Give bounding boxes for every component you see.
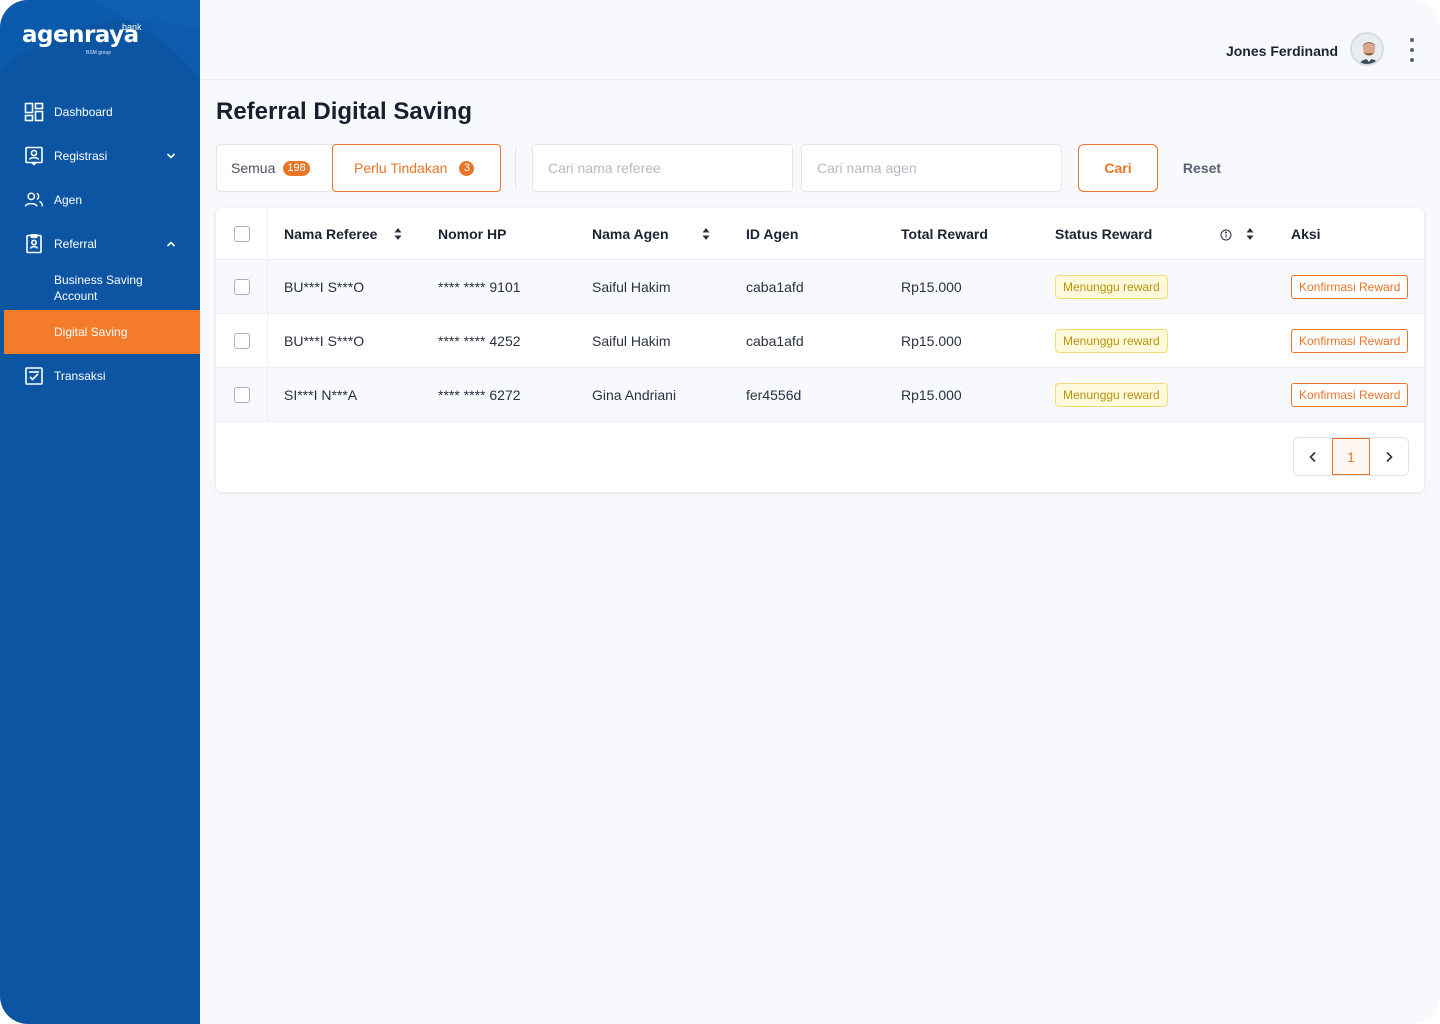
users-icon bbox=[24, 190, 44, 210]
cell-phone: **** **** 9101 bbox=[438, 278, 521, 295]
select-all-checkbox[interactable] bbox=[233, 225, 250, 242]
sort-icon[interactable] bbox=[1246, 227, 1254, 246]
tab-label: Semua bbox=[231, 160, 276, 176]
kebab-menu-icon[interactable] bbox=[1406, 38, 1418, 62]
column-aksi: Aksi bbox=[1291, 225, 1321, 242]
tab-perlu-tindakan[interactable]: Perlu Tindakan 3 bbox=[332, 144, 501, 192]
sidebar-nav: Dashboard Registrasi Agen Referral Busin… bbox=[0, 90, 200, 398]
chevron-up-icon[interactable] bbox=[166, 238, 176, 252]
top-bar: Jones Ferdinand bbox=[200, 0, 1440, 80]
sidebar-item-transaksi[interactable]: Transaksi bbox=[0, 354, 200, 398]
row-select-cell bbox=[216, 314, 268, 367]
brand-sub: BSM group bbox=[86, 50, 112, 56]
cell-agent: Saiful Hakim bbox=[592, 278, 671, 295]
transaction-icon bbox=[24, 366, 44, 386]
status-badge: Menunggu reward bbox=[1055, 328, 1168, 353]
search-referee-input[interactable] bbox=[532, 144, 793, 192]
cell-referee: BU***I S***O bbox=[284, 332, 365, 349]
referral-icon bbox=[24, 234, 44, 254]
row-select-cell bbox=[216, 260, 268, 313]
page-title: Referral Digital Saving bbox=[216, 98, 473, 125]
column-nama-referee[interactable]: Nama Referee bbox=[284, 208, 377, 259]
column-id-agen: ID Agen bbox=[746, 225, 799, 242]
referral-table: Nama Referee Nomor HP Nama Agen ID Agen … bbox=[216, 208, 1424, 492]
cell-agent-id: caba1afd bbox=[746, 278, 804, 295]
app-window: agenraya bank BSM group Dashboard Regist… bbox=[0, 0, 1440, 1024]
tab-label: Perlu Tindakan bbox=[354, 160, 448, 176]
status-badge: Menunggu reward bbox=[1055, 382, 1168, 407]
sidebar-subitem-label-line2: Account bbox=[54, 289, 98, 303]
brand-logo[interactable]: agenraya bank BSM group bbox=[22, 22, 142, 56]
cell-agent: Saiful Hakim bbox=[592, 332, 671, 349]
pagination: 1 bbox=[1293, 437, 1409, 476]
sidebar-item-label: Transaksi bbox=[54, 369, 106, 383]
sidebar-item-referral[interactable]: Referral bbox=[0, 222, 200, 266]
reset-button[interactable]: Reset bbox=[1172, 144, 1232, 192]
sidebar-subitem-business-saving-account[interactable]: Business Saving Account bbox=[0, 266, 200, 310]
sidebar-subitem-digital-saving[interactable]: Digital Saving bbox=[4, 310, 200, 354]
table-row: SI***I N***A **** **** 6272 Gina Andrian… bbox=[216, 368, 1424, 422]
sort-icon[interactable] bbox=[394, 227, 402, 246]
table-row: BU***I S***O **** **** 9101 Saiful Hakim… bbox=[216, 260, 1424, 314]
sidebar-item-dashboard[interactable]: Dashboard bbox=[0, 90, 200, 134]
sidebar-item-label: Dashboard bbox=[54, 105, 113, 119]
column-nama-agen[interactable]: Nama Agen bbox=[592, 208, 669, 259]
row-checkbox[interactable] bbox=[233, 332, 250, 349]
status-badge: Menunggu reward bbox=[1055, 274, 1168, 299]
registration-icon bbox=[24, 146, 44, 166]
count-badge: 198 bbox=[283, 160, 310, 176]
row-checkbox[interactable] bbox=[233, 278, 250, 295]
page-number[interactable]: 1 bbox=[1332, 438, 1370, 475]
avatar[interactable] bbox=[1350, 32, 1384, 66]
user-name[interactable]: Jones Ferdinand bbox=[1226, 43, 1338, 59]
cell-reward: Rp15.000 bbox=[901, 278, 962, 295]
cell-reward: Rp15.000 bbox=[901, 332, 962, 349]
column-total-reward: Total Reward bbox=[901, 225, 988, 242]
search-button[interactable]: Cari bbox=[1078, 144, 1158, 192]
table-row: BU***I S***O **** **** 4252 Saiful Hakim… bbox=[216, 314, 1424, 368]
column-nomor-hp: Nomor HP bbox=[438, 225, 507, 242]
select-all-cell bbox=[216, 208, 268, 259]
cell-agent-id: fer4556d bbox=[746, 386, 802, 403]
cell-reward: Rp15.000 bbox=[901, 386, 962, 403]
cell-phone: **** **** 6272 bbox=[438, 386, 521, 403]
row-checkbox[interactable] bbox=[233, 386, 250, 403]
sidebar-item-label: Registrasi bbox=[54, 149, 108, 163]
sidebar-subitem-label: Digital Saving bbox=[54, 325, 128, 339]
cell-agent: Gina Andriani bbox=[592, 386, 677, 403]
cell-referee: BU***I S***O bbox=[284, 278, 365, 295]
row-select-cell bbox=[216, 368, 268, 421]
cell-phone: **** **** 4252 bbox=[438, 332, 521, 349]
column-status-reward[interactable]: Status Reward bbox=[1055, 208, 1152, 259]
search-agent-input[interactable] bbox=[801, 144, 1062, 192]
sidebar-item-registrasi[interactable]: Registrasi bbox=[0, 134, 200, 178]
tab-semua[interactable]: Semua 198 bbox=[216, 144, 332, 192]
confirm-reward-button[interactable]: Konfirmasi Reward bbox=[1291, 274, 1409, 299]
divider bbox=[515, 146, 516, 190]
chevron-down-icon[interactable] bbox=[166, 150, 176, 164]
info-icon[interactable] bbox=[1220, 228, 1232, 246]
sidebar-subitem-label: Business Saving Account bbox=[54, 272, 143, 304]
chevron-left-icon[interactable] bbox=[1294, 438, 1332, 475]
sidebar-subitem-label-line1: Business Saving bbox=[54, 273, 143, 287]
filter-tabs: Semua 198 Perlu Tindakan 3 bbox=[216, 144, 501, 192]
brand-sup: bank bbox=[122, 22, 142, 32]
sort-icon[interactable] bbox=[702, 227, 710, 246]
confirm-reward-button[interactable]: Konfirmasi Reward bbox=[1291, 328, 1409, 353]
chevron-right-icon[interactable] bbox=[1370, 438, 1408, 475]
count-badge: 3 bbox=[459, 160, 475, 176]
cell-referee: SI***I N***A bbox=[284, 386, 358, 403]
table-header: Nama Referee Nomor HP Nama Agen ID Agen … bbox=[216, 208, 1424, 260]
sidebar-item-label: Referral bbox=[54, 237, 97, 251]
sidebar-item-agen[interactable]: Agen bbox=[0, 178, 200, 222]
sidebar-item-label: Agen bbox=[54, 193, 83, 207]
dashboard-icon bbox=[24, 102, 44, 122]
confirm-reward-button[interactable]: Konfirmasi Reward bbox=[1291, 382, 1409, 407]
cell-agent-id: caba1afd bbox=[746, 332, 804, 349]
sidebar: agenraya bank BSM group Dashboard Regist… bbox=[0, 0, 200, 1024]
